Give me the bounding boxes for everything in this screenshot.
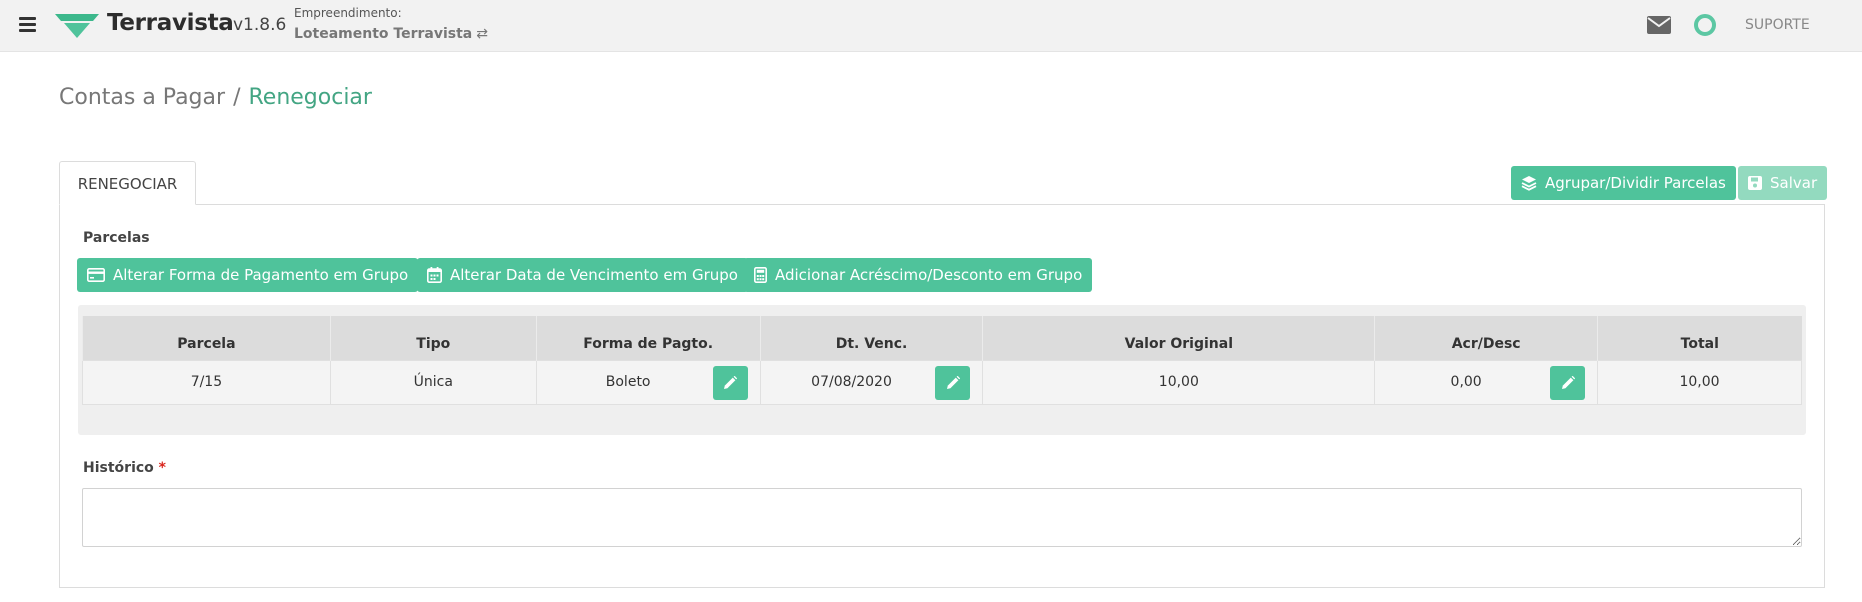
brand-name: Terravista — [107, 10, 234, 36]
mail-icon[interactable] — [1647, 16, 1671, 38]
pencil-icon — [724, 375, 738, 389]
cell-forma-pagto: Boleto — [535, 359, 761, 405]
change-payment-method-group-button[interactable]: Alterar Forma de Pagamento em Grupo — [77, 258, 419, 292]
empreendimento-value: Loteamento Terravista — [294, 26, 473, 42]
column-header: Parcela — [82, 316, 331, 360]
pencil-icon — [946, 375, 960, 389]
menu-icon[interactable] — [19, 17, 36, 33]
empreendimento-label: Empreendimento: — [294, 6, 402, 20]
group-split-button[interactable]: Agrupar/Dividir Parcelas — [1511, 166, 1736, 200]
app-version: v1.8.6 — [233, 15, 287, 35]
save-button[interactable]: Salvar — [1738, 166, 1828, 200]
parcelas-title: Parcelas — [83, 230, 150, 246]
add-surcharge-discount-group-button[interactable]: Adicionar Acréscimo/Desconto em Grupo — [744, 258, 1093, 292]
calculator-icon — [754, 267, 767, 283]
top-bar: Terravista v1.8.6 Empreendimento: Loteam… — [0, 0, 1862, 52]
layers-icon — [1521, 176, 1537, 191]
column-header: Dt. Venc. — [759, 316, 983, 360]
support-link[interactable]: SUPORTE — [1745, 17, 1810, 33]
historico-textarea[interactable] — [82, 488, 1802, 547]
cell-parcela: 7/15 — [82, 359, 331, 405]
pencil-icon — [1561, 375, 1575, 389]
save-label: Salvar — [1770, 174, 1818, 192]
terravista-logo-icon — [55, 14, 99, 42]
breadcrumb-parent[interactable]: Contas a Pagar — [59, 85, 225, 110]
change-due-date-group-button[interactable]: Alterar Data de Vencimento em Grupo — [417, 258, 748, 292]
parcelas-table: Parcela Tipo Forma de Pagto. Dt. Venc. V… — [82, 316, 1802, 405]
edit-payment-method-button[interactable] — [712, 365, 748, 400]
column-header: Tipo — [329, 316, 537, 360]
column-header: Forma de Pagto. — [535, 316, 761, 360]
empreendimento-selector[interactable]: Loteamento Terravista ⇄ — [294, 26, 488, 42]
cell-tipo: Única — [329, 359, 537, 405]
historico-label-text: Histórico — [83, 460, 154, 476]
breadcrumb-separator: / — [233, 85, 241, 110]
cell-dt-venc-value: 07/08/2020 — [811, 374, 892, 390]
tab-renegociar[interactable]: RENEGOCIAR — [59, 161, 196, 205]
swap-icon: ⇄ — [476, 26, 488, 42]
cell-acr-desc-value: 0,00 — [1450, 374, 1482, 390]
edit-surcharge-discount-button[interactable] — [1550, 365, 1586, 400]
add-surcharge-discount-label: Adicionar Acréscimo/Desconto em Grupo — [775, 266, 1083, 284]
column-header: Valor Original — [982, 316, 1375, 360]
status-ring-icon[interactable] — [1694, 14, 1716, 36]
cell-dt-venc: 07/08/2020 — [759, 359, 984, 405]
column-header: Total — [1597, 316, 1802, 360]
group-split-label: Agrupar/Dividir Parcelas — [1545, 174, 1726, 192]
table-header-row: Parcela Tipo Forma de Pagto. Dt. Venc. V… — [82, 316, 1802, 360]
floppy-icon — [1748, 176, 1762, 190]
edit-due-date-button[interactable] — [935, 365, 971, 400]
required-mark: * — [158, 460, 166, 476]
breadcrumb: Contas a Pagar / Renegociar — [59, 85, 372, 110]
cell-total: 10,00 — [1597, 359, 1802, 405]
cell-valor-original: 10,00 — [982, 359, 1376, 405]
column-header: Acr/Desc — [1374, 316, 1598, 360]
breadcrumb-current: Renegociar — [248, 85, 372, 110]
change-due-date-label: Alterar Data de Vencimento em Grupo — [450, 266, 738, 284]
historico-label: Histórico * — [83, 460, 166, 476]
table-row: 7/15 Única Boleto 07/08/2020 10,00 0,00 … — [82, 359, 1802, 405]
cell-acr-desc: 0,00 — [1374, 359, 1599, 405]
credit-card-icon — [87, 268, 105, 282]
calendar-icon — [427, 267, 442, 283]
change-payment-method-label: Alterar Forma de Pagamento em Grupo — [113, 266, 409, 284]
cell-forma-pagto-value: Boleto — [605, 374, 651, 390]
